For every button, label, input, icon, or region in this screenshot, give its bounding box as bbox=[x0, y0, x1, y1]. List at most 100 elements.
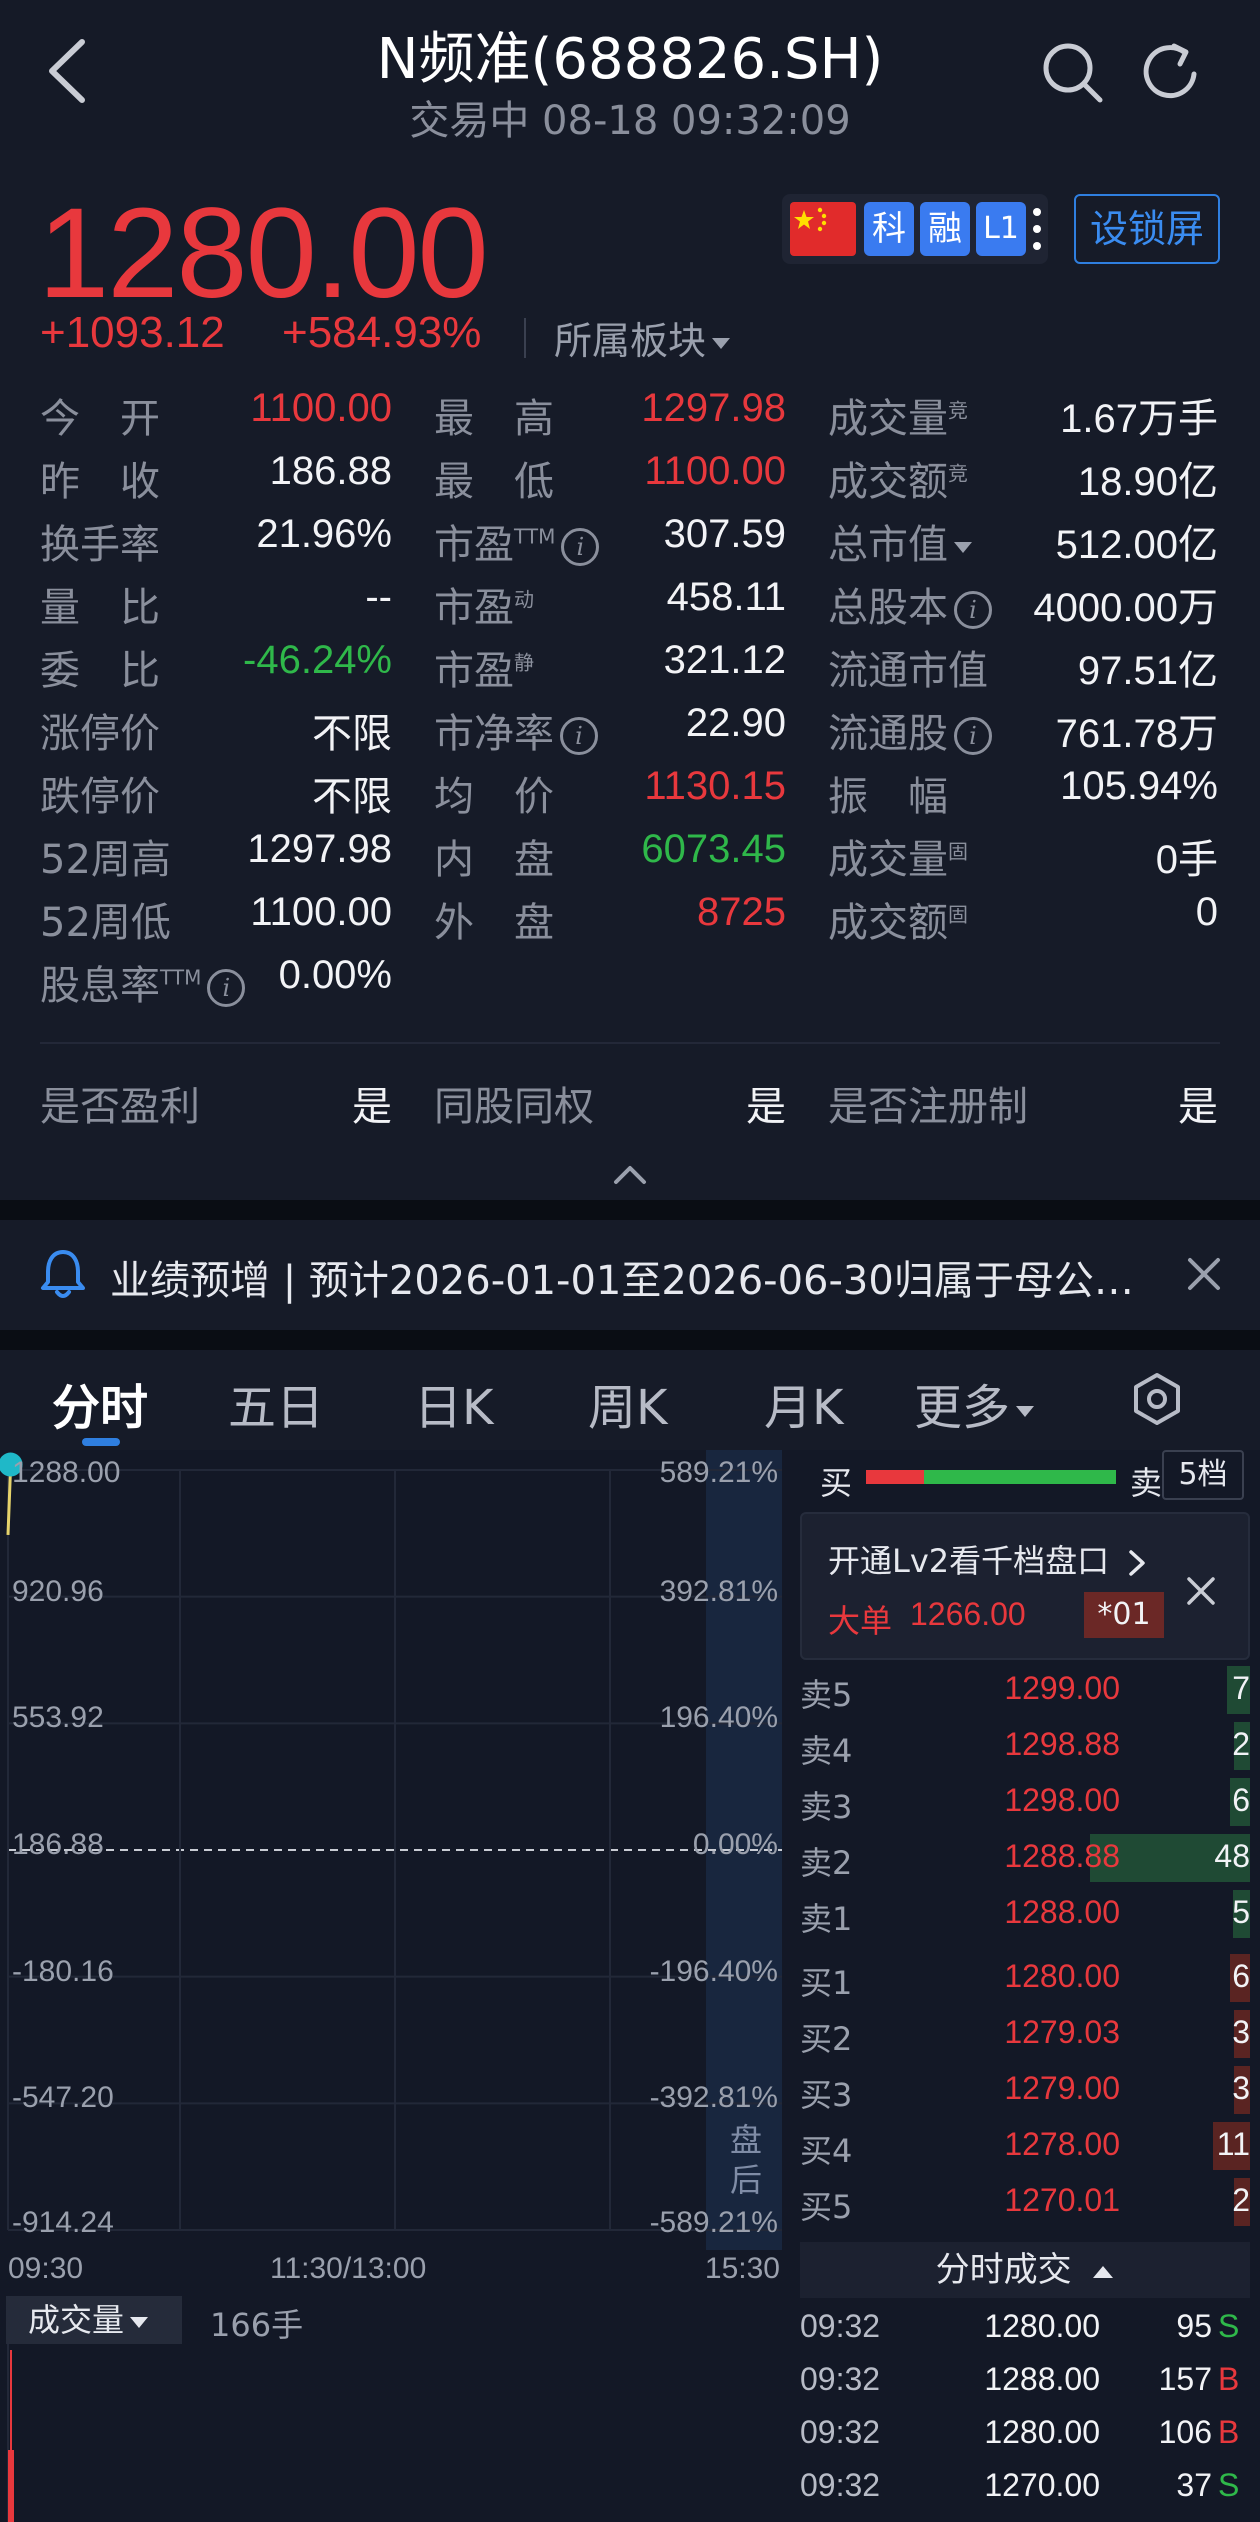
depth-price: 1298.00 bbox=[1004, 1782, 1120, 1818]
stat-value: 1100.00 bbox=[250, 386, 392, 430]
stat-value: 8725 bbox=[697, 890, 786, 934]
tick-time: 09:32 bbox=[800, 2467, 881, 2503]
depth-levels-button[interactable]: 5档 bbox=[1162, 1450, 1244, 1500]
tab-more-label: 更多 bbox=[914, 1380, 1011, 1436]
tab-intraday[interactable]: 分时 bbox=[52, 1368, 148, 1438]
sector-dropdown[interactable]: 所属板块 bbox=[554, 310, 731, 365]
volume-bar bbox=[10, 2350, 12, 2450]
lock-screen-button[interactable]: 设锁屏 bbox=[1074, 194, 1220, 264]
y-axis-price-tick: 553.92 bbox=[12, 1701, 104, 1735]
depth-volume: 3 bbox=[1232, 2070, 1250, 2106]
y-axis-percent-tick: -392.81% bbox=[649, 2081, 778, 2115]
stat-label-text: 均 价 bbox=[434, 774, 554, 820]
stat-value: 458.11 bbox=[666, 575, 786, 619]
stat-value: 1130.15 bbox=[644, 764, 786, 808]
search-icon[interactable] bbox=[1040, 40, 1104, 104]
tick-side: B bbox=[1218, 2414, 1240, 2450]
refresh-icon[interactable] bbox=[1140, 40, 1204, 104]
tab-daily-k[interactable]: 日K bbox=[414, 1368, 493, 1438]
tick-price: 1288.00 bbox=[984, 2361, 1100, 2397]
stat-label: 量 比 bbox=[40, 575, 160, 633]
bid-row[interactable]: 买3 1279.00 3 bbox=[790, 2062, 1260, 2118]
depth-price: 1279.00 bbox=[1004, 2070, 1120, 2106]
info-icon[interactable]: i bbox=[954, 591, 992, 629]
stat-label-text: 换手率 bbox=[40, 522, 160, 568]
tick-trades-header[interactable]: 分时成交 bbox=[800, 2242, 1250, 2298]
more-dots-icon[interactable] bbox=[1032, 204, 1042, 254]
stat-label-text: 52周高 bbox=[40, 837, 171, 883]
depth-volume: 3 bbox=[1232, 2014, 1250, 2050]
stat-label[interactable]: 市净率 i bbox=[434, 701, 598, 759]
ask-row[interactable]: 卖2 1288.88 48 bbox=[790, 1830, 1260, 1886]
ask-row[interactable]: 卖1 1288.00 5 bbox=[790, 1886, 1260, 1942]
stat-label[interactable]: 市盈TTM i bbox=[434, 512, 600, 570]
sector-label: 所属板块 bbox=[554, 319, 707, 363]
tick-side: S bbox=[1218, 2467, 1240, 2503]
stat-label: 市盈动 bbox=[434, 575, 534, 633]
tick-row: 09:32 1270.00 37 S bbox=[790, 2461, 1260, 2513]
announcement-text: 业绩预增 | 预计2026-01-01至2026-06-30归属于母公… bbox=[110, 1258, 1134, 1304]
depth-level-label: 卖4 bbox=[800, 1732, 853, 1770]
tab-monthly-k[interactable]: 月K bbox=[764, 1368, 843, 1438]
stat-label[interactable]: 股息率TTM i bbox=[40, 953, 246, 1011]
ask-row[interactable]: 卖4 1298.88 2 bbox=[790, 1718, 1260, 1774]
info-icon[interactable]: i bbox=[954, 717, 992, 755]
price-change: +1093.12 bbox=[40, 308, 225, 357]
info-icon[interactable]: i bbox=[560, 717, 598, 755]
info-icon[interactable]: i bbox=[561, 528, 600, 566]
level1-badge: L1 bbox=[976, 202, 1026, 256]
tick-row: 09:32 1280.00 95 S bbox=[790, 2302, 1260, 2354]
close-icon[interactable] bbox=[1186, 1256, 1222, 1292]
section-separator bbox=[0, 1330, 1260, 1350]
bid-row[interactable]: 买5 1270.01 2 bbox=[790, 2174, 1260, 2230]
big-order-price: 1266.00 bbox=[910, 1596, 1026, 1632]
tick-side: S bbox=[1218, 2308, 1240, 2344]
caret-down-icon bbox=[130, 2316, 149, 2328]
announcement-banner[interactable]: 业绩预增 | 预计2026-01-01至2026-06-30归属于母公… bbox=[0, 1220, 1260, 1330]
china-flag-icon bbox=[790, 202, 856, 256]
lv2-promo-card[interactable]: 开通Lv2看千档盘口 大单 1266.00 *01 bbox=[800, 1512, 1250, 1660]
intraday-chart[interactable]: 盘后 1288.00 920.96 553.92 186.88 -180.16 -547.… bbox=[0, 1450, 790, 2522]
chevron-up-icon[interactable] bbox=[610, 1160, 650, 1190]
section-separator bbox=[0, 1200, 1260, 1220]
tab-five-day[interactable]: 五日 bbox=[228, 1368, 324, 1438]
depth-volume: 2 bbox=[1232, 2182, 1250, 2218]
ask-row[interactable]: 卖3 1298.00 6 bbox=[790, 1774, 1260, 1830]
settings-hexagon-icon[interactable] bbox=[1130, 1372, 1184, 1426]
stat-value: 0 bbox=[1195, 890, 1218, 934]
flag-label: 同股同权 bbox=[434, 1084, 594, 1130]
depth-volume: 7 bbox=[1232, 1670, 1250, 1706]
stat-label-text: 最 低 bbox=[434, 459, 554, 505]
flag-value: 是 bbox=[352, 1085, 392, 1129]
stat-label-text: 总市值 bbox=[828, 522, 948, 568]
ask-row[interactable]: 卖5 1299.00 7 bbox=[790, 1662, 1260, 1718]
badge-group[interactable]: 科 融 L1 bbox=[782, 194, 1048, 264]
tab-more[interactable]: 更多 bbox=[914, 1368, 1035, 1438]
bid-row[interactable]: 买1 1280.00 6 bbox=[790, 1950, 1260, 2006]
price-change-percent: +584.93% bbox=[282, 308, 482, 357]
info-icon[interactable]: i bbox=[207, 969, 246, 1007]
close-icon[interactable] bbox=[1186, 1576, 1216, 1606]
depth-price: 1280.00 bbox=[1004, 1958, 1120, 1994]
flag-label: 是否注册制 bbox=[828, 1084, 1028, 1130]
stat-label-text: 市盈 bbox=[434, 585, 514, 631]
depth-volume: 11 bbox=[1216, 2126, 1250, 2162]
bid-row[interactable]: 买2 1279.03 3 bbox=[790, 2006, 1260, 2062]
bid-row[interactable]: 买4 1278.00 11 bbox=[790, 2118, 1260, 2174]
stat-label[interactable]: 总市值 bbox=[828, 512, 972, 570]
stat-label-text: 内 盘 bbox=[434, 837, 554, 883]
volume-indicator-dropdown[interactable]: 成交量 bbox=[6, 2296, 182, 2344]
buy-ratio-label: 买 bbox=[820, 1464, 853, 1502]
top-bar: N频准(688826.SH) 交易中 08-18 09:32:09 bbox=[0, 0, 1260, 150]
lv2-promo-text[interactable]: 开通Lv2看千档盘口 bbox=[828, 1536, 1147, 1582]
stat-label[interactable]: 总股本 i bbox=[828, 575, 992, 633]
stat-label: 委 比 bbox=[40, 638, 160, 696]
stat-label[interactable]: 流通股 i bbox=[828, 701, 992, 759]
y-axis-percent-tick: 196.40% bbox=[659, 1701, 778, 1735]
flag-value: 是 bbox=[746, 1085, 786, 1129]
tab-weekly-k[interactable]: 周K bbox=[588, 1368, 667, 1438]
stat-value: 0.00% bbox=[278, 953, 392, 997]
flag-value: 是 bbox=[1178, 1085, 1218, 1129]
stat-label: 52周高 bbox=[40, 827, 171, 885]
x-axis-time-tick: 09:30 bbox=[8, 2252, 84, 2285]
